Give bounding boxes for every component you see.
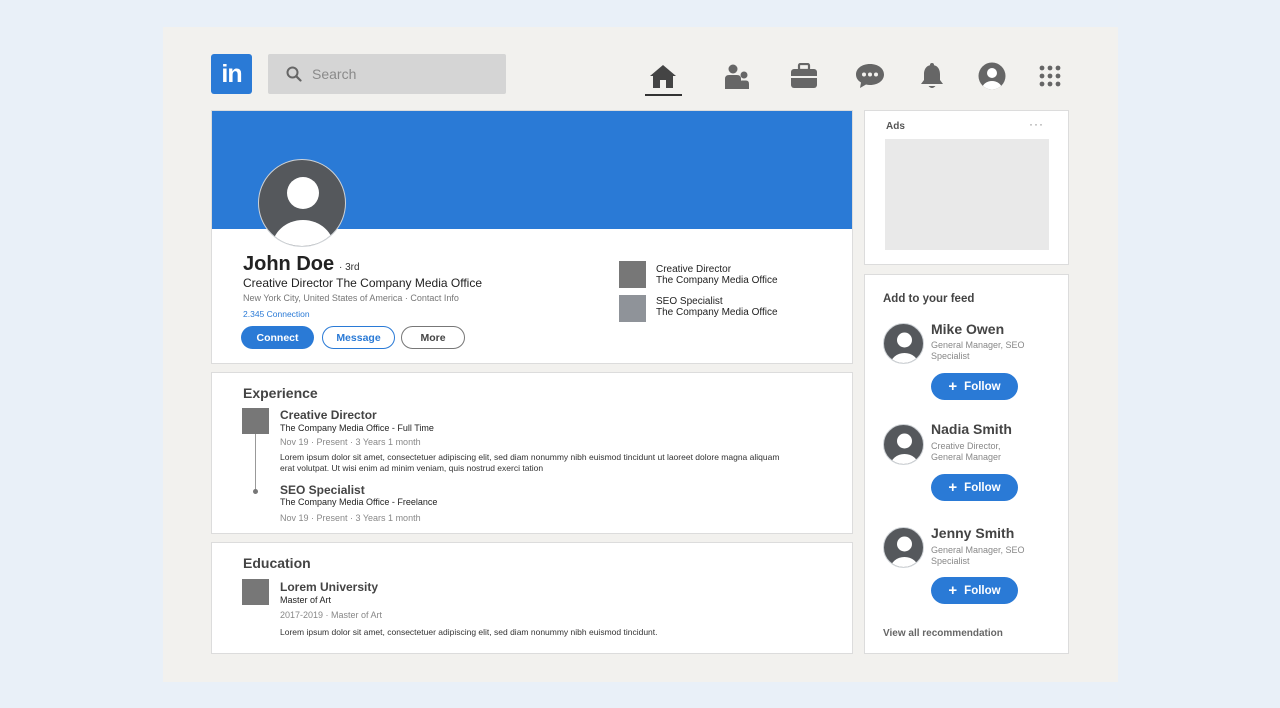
follow-label: Follow [964, 481, 1001, 494]
profile-avatar[interactable] [258, 159, 346, 247]
nav-home[interactable] [643, 56, 683, 96]
company-logo-placeholder[interactable] [242, 408, 269, 434]
position-entry[interactable]: SEO Specialist The Company Media Office [656, 296, 778, 318]
nav-messaging[interactable] [850, 56, 890, 96]
plus-icon: + [948, 582, 958, 599]
nav-notifications[interactable] [912, 56, 952, 96]
experience-heading: Experience [243, 385, 318, 401]
experience-title: SEO Specialist [280, 483, 365, 497]
bell-icon [921, 63, 943, 88]
view-all-recommendations-link[interactable]: View all recommendation [883, 628, 1003, 639]
follow-button[interactable]: + Follow [931, 373, 1018, 400]
profile-name: John Doe [243, 253, 335, 275]
experience-dates: Nov 19 · Present · 3 Years 1 month [280, 437, 421, 447]
ads-menu-button[interactable]: ··· [1029, 117, 1044, 131]
timeline-line [255, 434, 256, 491]
person-name[interactable]: Mike Owen [931, 321, 1004, 337]
user-silhouette-icon [890, 536, 919, 567]
plus-icon: + [948, 479, 958, 496]
experience-title: Creative Director [280, 408, 377, 422]
user-avatar-icon [978, 62, 1006, 90]
ads-label: Ads [886, 121, 905, 132]
person-avatar[interactable] [883, 527, 924, 568]
connections-link[interactable]: 2.345 Connection [243, 309, 310, 319]
person-avatar[interactable] [883, 323, 924, 364]
ad-placeholder[interactable] [885, 139, 1049, 250]
person-avatar[interactable] [883, 424, 924, 465]
connect-button[interactable]: Connect [241, 326, 314, 349]
search-placeholder: Search [312, 66, 357, 82]
feed-card: Add to your feed Mike Owen General Manag… [864, 274, 1069, 654]
grid-icon [1039, 65, 1061, 87]
message-button[interactable]: Message [322, 326, 395, 349]
follow-button[interactable]: + Follow [931, 474, 1018, 501]
experience-company: The Company Media Office - Full Time [280, 423, 434, 433]
timeline-dot [253, 489, 258, 494]
follow-label: Follow [964, 584, 1001, 597]
people-icon [725, 64, 749, 89]
user-silhouette-icon [890, 433, 919, 464]
person-name[interactable]: Nadia Smith [931, 421, 1012, 437]
position-company: The Company Media Office [656, 307, 778, 318]
person-name[interactable]: Jenny Smith [931, 525, 1014, 541]
search-icon [286, 66, 302, 82]
feed-heading: Add to your feed [883, 293, 975, 305]
education-degree: Master of Art [280, 595, 332, 605]
company-logo-placeholder[interactable] [619, 261, 646, 288]
nav-me[interactable] [972, 56, 1012, 96]
position-entry[interactable]: Creative Director The Company Media Offi… [656, 264, 778, 286]
person-title: General Manager, SEO Specialist [931, 545, 1025, 566]
school-logo-placeholder[interactable] [242, 579, 269, 605]
experience-description: Lorem ipsum dolor sit amet, consectetuer… [280, 452, 780, 473]
education-heading: Education [243, 555, 311, 571]
plus-icon: + [948, 378, 958, 395]
more-button[interactable]: More [401, 326, 465, 349]
briefcase-icon [791, 63, 817, 88]
position-title: Creative Director [656, 264, 732, 275]
education-school: Lorem University [280, 580, 379, 594]
user-silhouette-icon [890, 332, 919, 363]
experience-dates: Nov 19 · Present · 3 Years 1 month [280, 513, 421, 523]
education-description: Lorem ipsum dolor sit amet, consectetuer… [280, 627, 658, 637]
home-icon [650, 65, 676, 88]
linkedin-logo[interactable]: in [211, 54, 252, 94]
follow-label: Follow [964, 380, 1001, 393]
profile-headline: Creative Director The Company Media Offi… [243, 276, 482, 290]
connection-degree: · 3rd [339, 262, 360, 273]
position-title: SEO Specialist [656, 296, 723, 307]
profile-card: John Doe · 3rd Creative Director The Com… [211, 110, 853, 364]
follow-button[interactable]: + Follow [931, 577, 1018, 604]
nav-network[interactable] [717, 56, 757, 96]
search-input[interactable]: Search [268, 54, 506, 94]
user-silhouette-icon [272, 177, 334, 246]
experience-card: Experience Creative Director The Company… [211, 372, 853, 534]
nav-active-indicator [645, 94, 682, 96]
nav-jobs[interactable] [784, 56, 824, 96]
person-title: General Manager, SEO Specialist [931, 340, 1025, 361]
nav-apps[interactable] [1030, 56, 1070, 96]
experience-company: The Company Media Office - Freelance [280, 497, 438, 507]
position-company: The Company Media Office [656, 275, 778, 286]
logo-text: in [221, 59, 242, 88]
chat-icon [856, 64, 884, 88]
company-logo-placeholder[interactable] [619, 295, 646, 322]
person-title: Creative Director, General Manager [931, 441, 1002, 462]
education-dates: 2017-2019 · Master of Art [280, 610, 383, 620]
education-card: Education Lorem University Master of Art… [211, 542, 853, 654]
profile-location[interactable]: New York City, United States of America … [243, 293, 459, 303]
ads-card: Ads ··· [864, 110, 1069, 265]
